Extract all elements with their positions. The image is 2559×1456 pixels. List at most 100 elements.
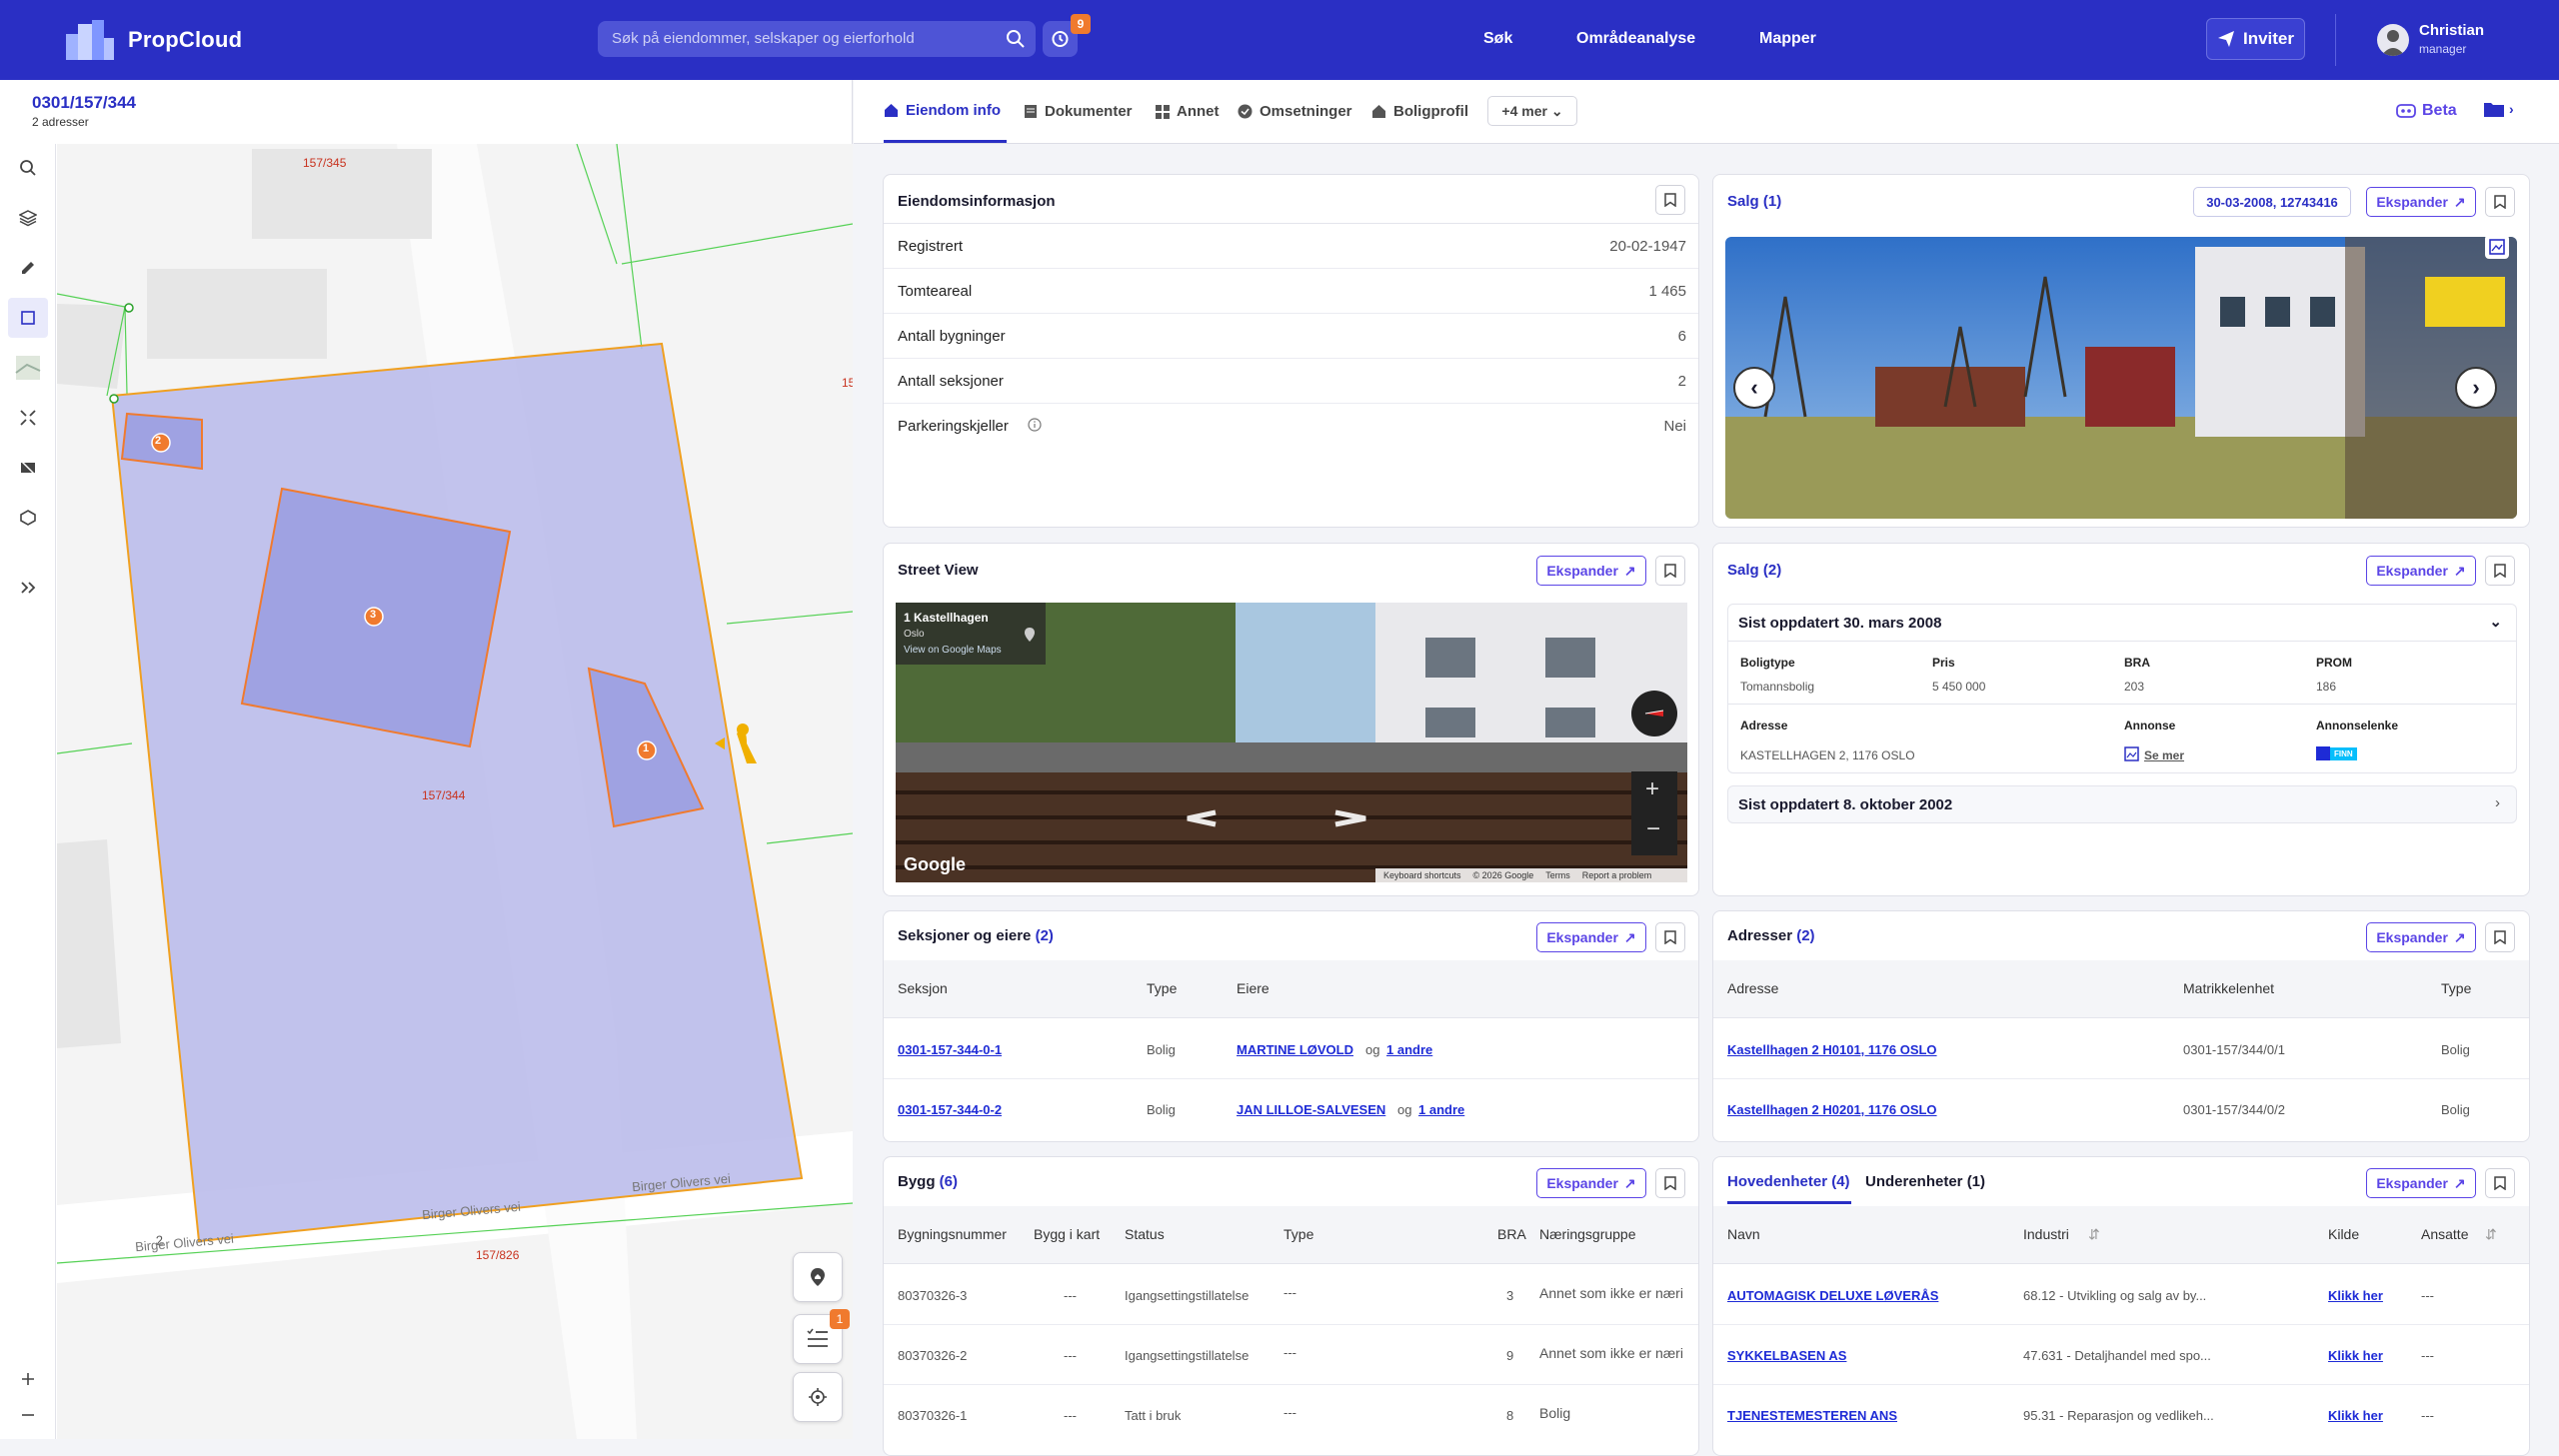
avatar[interactable] (2377, 24, 2409, 56)
table-row[interactable]: 80370326-2 --- Igangsettingstillatelse -… (884, 1325, 1698, 1385)
keyboard-shortcuts-link[interactable]: Keyboard shortcuts (1383, 870, 1461, 880)
expand-button[interactable]: Ekspander ↗ (2366, 187, 2476, 217)
document-icon (1025, 105, 1037, 118)
seksjon-link[interactable]: 0301-157-344-0-2 (898, 1102, 1002, 1117)
map-view[interactable]: 2 2 3 1 157/345 157/344 157/826 15 Birge… (57, 144, 853, 1439)
nav-sok[interactable]: Søk (1483, 30, 1512, 48)
bygg-card: Bygg (6) Ekspander ↗ Bygningsnummer Bygg … (883, 1156, 1699, 1456)
tab-annet[interactable]: Annet (1156, 103, 1220, 120)
salg-1-card: Salg (1) 30-03-2008, 12743416 Ekspander ↗… (1712, 174, 2530, 528)
other-owners-link[interactable]: 1 andre (1386, 1042, 1432, 1057)
table-row: Kastellhagen 2 H0201, 1176 OSLO 0301-157… (1713, 1079, 2529, 1139)
bookmark-button[interactable] (2485, 922, 2515, 952)
col-type: Type (1147, 980, 1178, 996)
col-seksjon: Seksjon (898, 980, 948, 996)
expand-panel-icon[interactable] (8, 568, 48, 608)
company-link[interactable]: AUTOMAGISK DELUXE LØVERÅS (1727, 1288, 1938, 1303)
tab-dokumenter[interactable]: Dokumenter (1024, 103, 1133, 120)
sale-reference-button[interactable]: 30-03-2008, 12743416 (2193, 187, 2351, 217)
google-maps-link[interactable]: View on Google Maps (904, 645, 1002, 656)
image-gallery-icon[interactable] (2485, 235, 2509, 259)
streetview-zoom-out-icon[interactable]: − (1646, 815, 1660, 843)
measure-icon[interactable] (8, 398, 48, 438)
tab-hovedenheter[interactable]: Hovedenheter (4) (1727, 1173, 1850, 1190)
zoom-in-icon[interactable] (8, 1359, 48, 1399)
ad-image-icon (2124, 746, 2139, 766)
bookmark-button[interactable] (1655, 1168, 1685, 1198)
beta-button[interactable]: Beta (2396, 102, 2457, 120)
locate-button[interactable] (793, 1372, 843, 1422)
tab-omsetninger[interactable]: Omsetninger (1238, 103, 1352, 120)
hide-icon[interactable] (8, 448, 48, 488)
owner-link[interactable]: MARTINE LØVOLD (1237, 1042, 1353, 1057)
nav-omradeanalyse[interactable]: Områdeanalyse (1576, 30, 1695, 48)
draw-icon[interactable] (8, 248, 48, 288)
tab-boligprofil[interactable]: Boligprofil (1371, 103, 1468, 120)
col-industri[interactable]: Industri (2023, 1226, 2069, 1242)
sort-icon[interactable]: ⇵ (2485, 1226, 2497, 1243)
tab-underenheter[interactable]: Underenheter (1) (1865, 1173, 1985, 1190)
info-circle-icon[interactable] (1028, 418, 1042, 436)
table-row[interactable]: 80370326-1 --- Tatt i bruk --- 8 Bolig (884, 1385, 1698, 1445)
invite-button[interactable]: Inviter (2206, 18, 2305, 60)
search-icon[interactable] (1006, 29, 1026, 53)
expand-button[interactable]: Ekspander ↗ (1536, 556, 1646, 586)
expand-button[interactable]: Ekspander ↗ (1536, 922, 1646, 952)
company-link[interactable]: SYKKELBASEN AS (1727, 1348, 1846, 1363)
tab-eiendom-info[interactable]: Eiendom info (884, 102, 1001, 119)
col-ansatte[interactable]: Ansatte (2421, 1226, 2468, 1242)
terms-link[interactable]: Terms (1545, 870, 1570, 880)
address-link[interactable]: Kastellhagen 2 H0201, 1176 OSLO (1727, 1102, 1937, 1117)
select-area-icon[interactable] (8, 298, 48, 338)
sale-accordion-1[interactable]: Sist oppdatert 30. mars 2008 ⌄ (1727, 604, 2517, 642)
bookmark-button[interactable] (1655, 185, 1685, 215)
expand-button[interactable]: Ekspander ↗ (2366, 922, 2476, 952)
owner-link[interactable]: JAN LILLOE-SALVESEN (1237, 1102, 1385, 1117)
source-link[interactable]: Klikk her (2328, 1408, 2383, 1423)
table-row[interactable]: 80370326-3 --- Igangsettingstillatelse -… (884, 1265, 1698, 1325)
layers-icon[interactable] (8, 198, 48, 238)
sale-accordion-2[interactable]: Sist oppdatert 8. oktober 2002 › (1727, 785, 2517, 823)
basemap-icon[interactable] (8, 348, 48, 388)
ad-link[interactable]: Se mer (2144, 748, 2184, 762)
zoom-out-icon[interactable] (8, 1395, 48, 1435)
building-marker-1[interactable]: 1 (643, 742, 649, 754)
finn-link[interactable]: FINN (2316, 746, 2357, 760)
bookmark-button[interactable] (1655, 922, 1685, 952)
chevron-right-icon[interactable]: › (2455, 367, 2497, 409)
polygon-icon[interactable] (8, 498, 48, 538)
expand-button[interactable]: Ekspander ↗ (2366, 556, 2476, 586)
app-logo[interactable]: PropCloud (64, 18, 242, 62)
map-home-button[interactable] (793, 1252, 843, 1302)
bookmark-button[interactable] (2485, 556, 2515, 586)
building-marker-3[interactable]: 3 (370, 609, 376, 621)
expand-button[interactable]: Ekspander ↗ (1536, 1168, 1646, 1198)
seksjon-link[interactable]: 0301-157-344-0-1 (898, 1042, 1002, 1057)
report-problem-link[interactable]: Report a problem (1582, 870, 1652, 880)
bookmark-button[interactable] (2485, 1168, 2515, 1198)
bookmark-button[interactable] (2485, 187, 2515, 217)
address-link[interactable]: Kastellhagen 2 H0101, 1176 OSLO (1727, 1042, 1937, 1057)
card-title: Eiendomsinformasjon (898, 193, 1056, 210)
address-type: Bolig (2441, 1042, 2470, 1057)
source-link[interactable]: Klikk her (2328, 1348, 2383, 1363)
streetview-zoom-in-icon[interactable]: + (1645, 775, 1659, 803)
search-input[interactable]: Søk på eiendommer, selskaper og eierforh… (598, 21, 1036, 57)
bookmark-button[interactable] (1655, 556, 1685, 586)
company-link[interactable]: TJENESTEMESTEREN ANS (1727, 1408, 1897, 1423)
user-name[interactable]: Christian (2419, 22, 2484, 39)
streetview-viewer[interactable]: 1 Kastellhagen Oslo View on Google Maps … (896, 603, 1687, 882)
chevron-left-icon[interactable]: ‹ (1733, 367, 1775, 409)
compass-icon[interactable] (1631, 691, 1677, 736)
more-tabs-button[interactable]: +4 mer ⌄ (1487, 96, 1577, 126)
expand-button[interactable]: Ekspander ↗ (2366, 1168, 2476, 1198)
nav-mapper[interactable]: Mapper (1759, 30, 1816, 48)
other-owners-link[interactable]: 1 andre (1418, 1102, 1464, 1117)
map-search-icon[interactable] (8, 148, 48, 188)
source-link[interactable]: Klikk her (2328, 1288, 2383, 1303)
folder-button[interactable]: › (2483, 100, 2514, 118)
card-title: Adresser (2) (1727, 927, 1815, 944)
card-title: Bygg (6) (898, 1173, 958, 1190)
sort-icon[interactable]: ⇵ (2088, 1226, 2100, 1243)
building-marker-2[interactable]: 2 (155, 435, 161, 447)
